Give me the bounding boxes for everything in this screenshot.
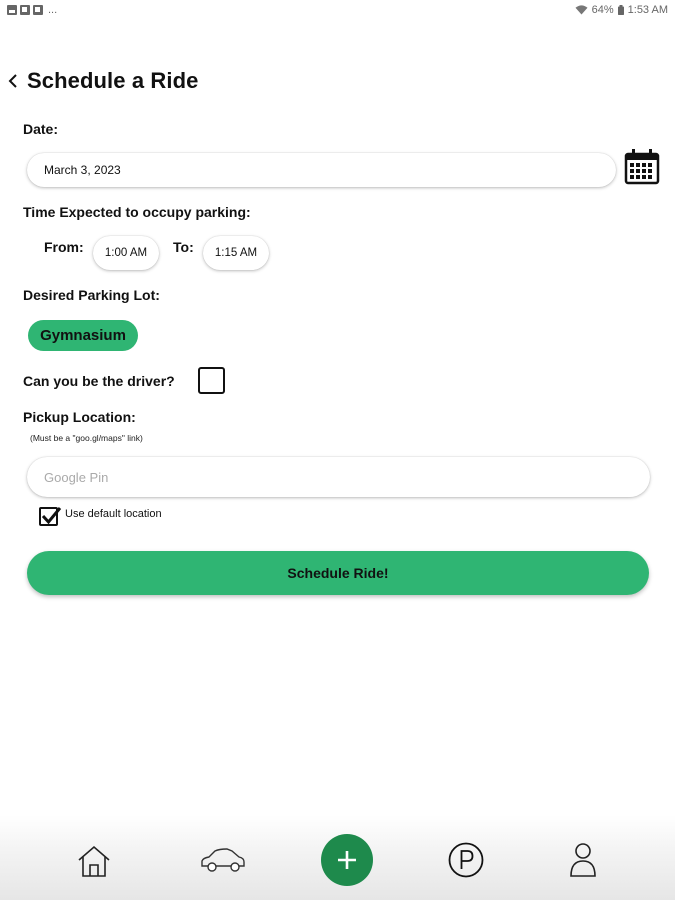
app-notification-icon <box>20 5 30 15</box>
default-location-label: Use default location <box>65 508 162 520</box>
date-label: Date: <box>23 121 59 137</box>
to-time-picker[interactable]: 1:15 AM <box>203 236 269 270</box>
date-value: March 3, 2023 <box>44 163 121 177</box>
page-title: Schedule a Ride <box>27 68 199 93</box>
driver-label: Can you be the driver? <box>23 373 175 389</box>
battery-percent: 64% <box>591 4 614 16</box>
to-label: To: <box>173 239 194 255</box>
to-time-value: 1:15 AM <box>214 247 258 259</box>
status-bar: ... 64% 1:53 AM <box>0 0 675 22</box>
wifi-icon <box>575 5 588 15</box>
from-time-picker[interactable]: 1:00 AM <box>93 236 159 270</box>
back-button[interactable] <box>8 66 24 96</box>
parking-lot-chip[interactable]: Gymnasium <box>28 320 138 351</box>
chevron-left-icon <box>8 74 17 88</box>
default-location-checkbox[interactable] <box>39 507 62 526</box>
pickup-label: Pickup Location: <box>23 409 136 425</box>
driver-checkbox[interactable] <box>198 367 225 394</box>
calendar-icon <box>624 149 660 185</box>
nav-home[interactable] <box>74 841 114 881</box>
system-status: 64% 1:53 AM <box>575 4 668 16</box>
nav-parking[interactable] <box>446 840 486 880</box>
calendar-button[interactable] <box>624 147 660 185</box>
parking-lot-label: Desired Parking Lot: <box>23 287 160 303</box>
nav-profile[interactable] <box>563 840 603 880</box>
profile-icon <box>570 843 596 877</box>
from-time-value: 1:00 AM <box>104 247 148 259</box>
nav-rides[interactable] <box>198 843 248 879</box>
from-label: From: <box>44 239 84 255</box>
schedule-ride-button[interactable]: Schedule Ride! <box>27 551 649 595</box>
notification-icons: ... <box>7 4 58 16</box>
image-notification-icon <box>7 5 17 15</box>
nav-add-ride[interactable] <box>321 834 373 886</box>
schedule-ride-label: Schedule Ride! <box>287 565 389 581</box>
bottom-nav <box>0 815 675 900</box>
plus-icon <box>338 851 356 869</box>
home-icon <box>78 845 110 877</box>
checkmark-icon <box>41 507 62 525</box>
pickup-note: (Must be a "goo.gl/maps" link) <box>30 433 143 443</box>
google-pin-field[interactable] <box>27 457 650 497</box>
battery-icon <box>617 5 624 15</box>
more-notifications-indicator: ... <box>48 4 58 16</box>
app-notification-icon <box>33 5 43 15</box>
time-label: Time Expected to occupy parking: <box>23 204 251 220</box>
parking-icon <box>448 842 484 878</box>
date-field[interactable]: March 3, 2023 <box>27 153 616 187</box>
header: Schedule a Ride <box>8 66 198 96</box>
clock: 1:53 AM <box>627 4 668 16</box>
parking-lot-value: Gymnasium <box>40 327 126 344</box>
google-pin-input[interactable] <box>44 469 650 485</box>
car-icon <box>201 848 245 872</box>
